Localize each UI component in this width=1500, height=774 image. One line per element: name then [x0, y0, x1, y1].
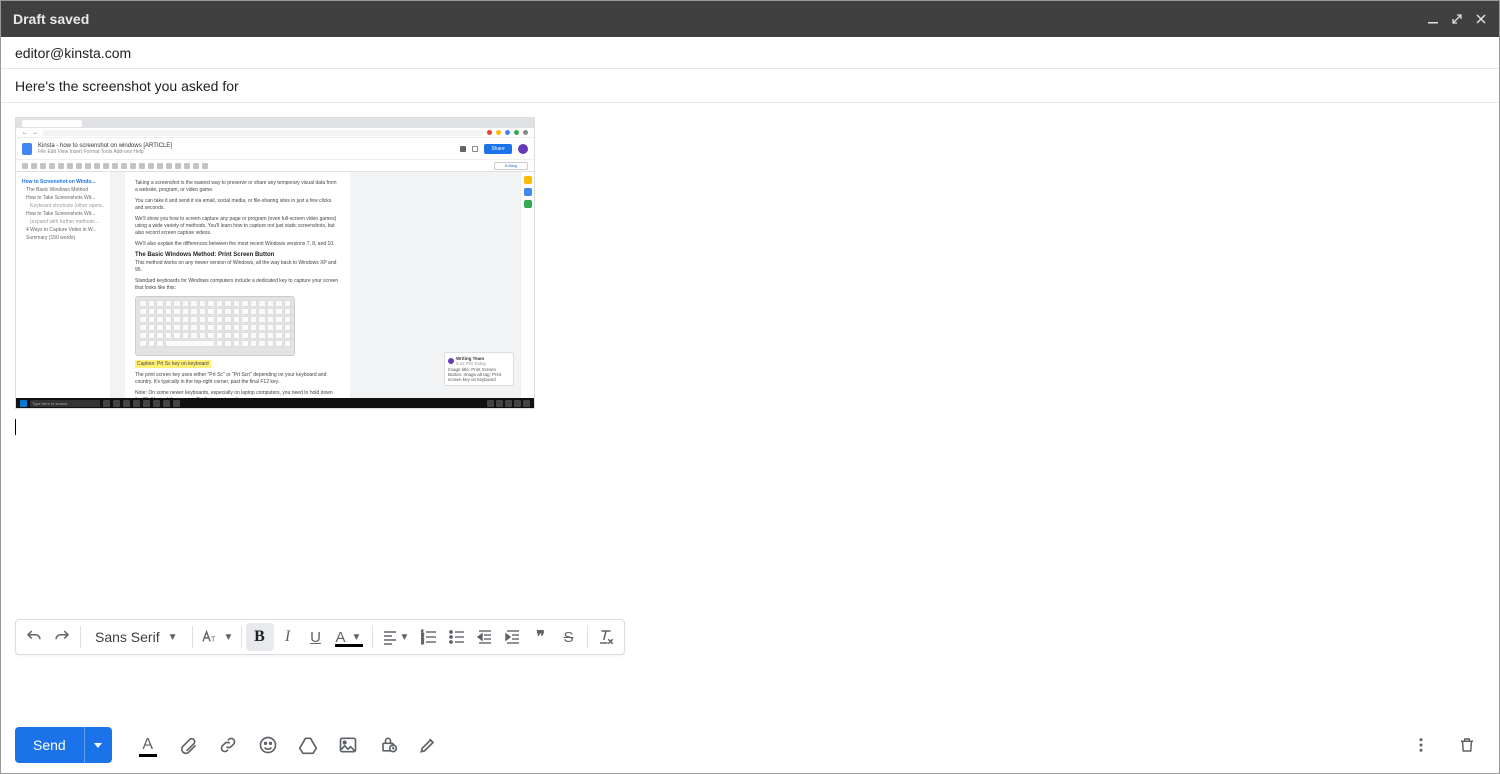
- insert-photo-button[interactable]: [330, 727, 366, 763]
- attachment-image-caption: Caption: Prt Sc key on keyboard: [135, 360, 211, 368]
- svg-text:T: T: [211, 635, 216, 643]
- attachment-browser-tab: [22, 120, 82, 127]
- send-options-button[interactable]: [84, 727, 112, 763]
- attachment-page: Taking a screenshot is the easiest way t…: [125, 172, 350, 398]
- titlebar: Draft saved: [1, 1, 1499, 37]
- attachment-outline: How to Screenshot on Windo... The Basic …: [16, 172, 111, 398]
- recipients-field[interactable]: editor@kinsta.com: [1, 37, 1499, 69]
- attachment-doc-menu: File Edit View Insert Format Tools Add-o…: [38, 150, 454, 155]
- attachment-url-field: [42, 130, 483, 136]
- quote-button[interactable]: ❞: [527, 623, 555, 651]
- chevron-down-icon: ▼: [352, 632, 362, 643]
- attachment-comment: Writing Team 6:41 PM Today Image title: …: [444, 352, 514, 386]
- align-dropdown[interactable]: ▼: [377, 623, 415, 651]
- insert-link-button[interactable]: [210, 727, 246, 763]
- indent-more-button[interactable]: [499, 623, 527, 651]
- attachment-editing-mode: Editing: [494, 162, 528, 170]
- underline-button[interactable]: U: [302, 623, 330, 651]
- docs-logo-icon: [22, 143, 32, 155]
- inline-image-attachment[interactable]: ←→ Kinsta - how to screenshot on windows…: [15, 117, 535, 409]
- text-color-dropdown[interactable]: A ▼: [330, 623, 368, 651]
- left-actions: Send A: [15, 727, 446, 763]
- attach-file-button[interactable]: [170, 727, 206, 763]
- strikethrough-button[interactable]: S: [555, 623, 583, 651]
- subject-text: Here's the screenshot you asked for: [15, 78, 239, 94]
- attachment-doc-header: Kinsta - how to screenshot on windows [A…: [16, 138, 534, 160]
- discard-draft-button[interactable]: [1449, 727, 1485, 763]
- compose-window: Draft saved editor@kinsta.com Here's the…: [0, 0, 1500, 774]
- insert-emoji-button[interactable]: [250, 727, 286, 763]
- confidential-mode-button[interactable]: [370, 727, 406, 763]
- attachment-doc-toolbar: Editing: [16, 160, 534, 172]
- insert-signature-button[interactable]: [410, 727, 446, 763]
- send-button[interactable]: Send: [15, 727, 84, 763]
- italic-button[interactable]: I: [274, 623, 302, 651]
- formatting-toolbar: Sans Serif ▼ T ▼ B I U A ▼: [15, 619, 625, 655]
- popout-icon[interactable]: [1451, 13, 1463, 25]
- attachment-page-wrap: Taking a screenshot is the easiest way t…: [111, 172, 520, 398]
- bulleted-list-button[interactable]: [443, 623, 471, 651]
- titlebar-title: Draft saved: [13, 11, 1427, 27]
- font-family-dropdown[interactable]: Sans Serif ▼: [85, 629, 188, 645]
- chevron-down-icon: ▼: [168, 632, 178, 643]
- close-icon[interactable]: [1475, 13, 1487, 25]
- svg-text:3: 3: [421, 640, 424, 645]
- undo-button[interactable]: [20, 623, 48, 651]
- attachment-keyboard-image: [135, 296, 295, 356]
- bold-button[interactable]: B: [246, 623, 274, 651]
- right-actions: [1403, 727, 1485, 763]
- chevron-down-icon: ▼: [400, 632, 410, 643]
- titlebar-controls: [1427, 13, 1487, 25]
- indent-less-button[interactable]: [471, 623, 499, 651]
- recipient-chip[interactable]: editor@kinsta.com: [15, 45, 131, 61]
- attachment-share-button: Share: [484, 144, 512, 154]
- font-size-dropdown[interactable]: T ▼: [197, 623, 237, 651]
- minimize-icon[interactable]: [1427, 13, 1439, 25]
- attachment-doc-title: Kinsta - how to screenshot on windows [A…: [38, 143, 454, 149]
- formatting-options-button[interactable]: A: [130, 727, 166, 763]
- redo-button[interactable]: [48, 623, 76, 651]
- attachment-taskbar-search: Type here to search: [30, 400, 100, 407]
- attachment-windows-taskbar: Type here to search: [16, 398, 534, 408]
- bottom-action-bar: Send A: [1, 717, 1499, 773]
- attachment-doc-main: How to Screenshot on Windo... The Basic …: [16, 172, 534, 398]
- text-cursor: [15, 419, 16, 435]
- send-button-group: Send: [15, 727, 112, 763]
- more-options-button[interactable]: [1403, 727, 1439, 763]
- subject-field[interactable]: Here's the screenshot you asked for: [1, 69, 1499, 103]
- attachment-right-sidebar: [520, 172, 534, 398]
- insert-drive-button[interactable]: [290, 727, 326, 763]
- numbered-list-button[interactable]: 123: [415, 623, 443, 651]
- attachment-browser-tabbar: [16, 118, 534, 128]
- attachment-url-bar: ←→: [16, 128, 534, 138]
- remove-formatting-button[interactable]: [592, 623, 620, 651]
- attachment-avatar: [518, 144, 528, 154]
- chevron-down-icon: ▼: [224, 632, 234, 643]
- message-body[interactable]: ←→ Kinsta - how to screenshot on windows…: [1, 103, 1499, 717]
